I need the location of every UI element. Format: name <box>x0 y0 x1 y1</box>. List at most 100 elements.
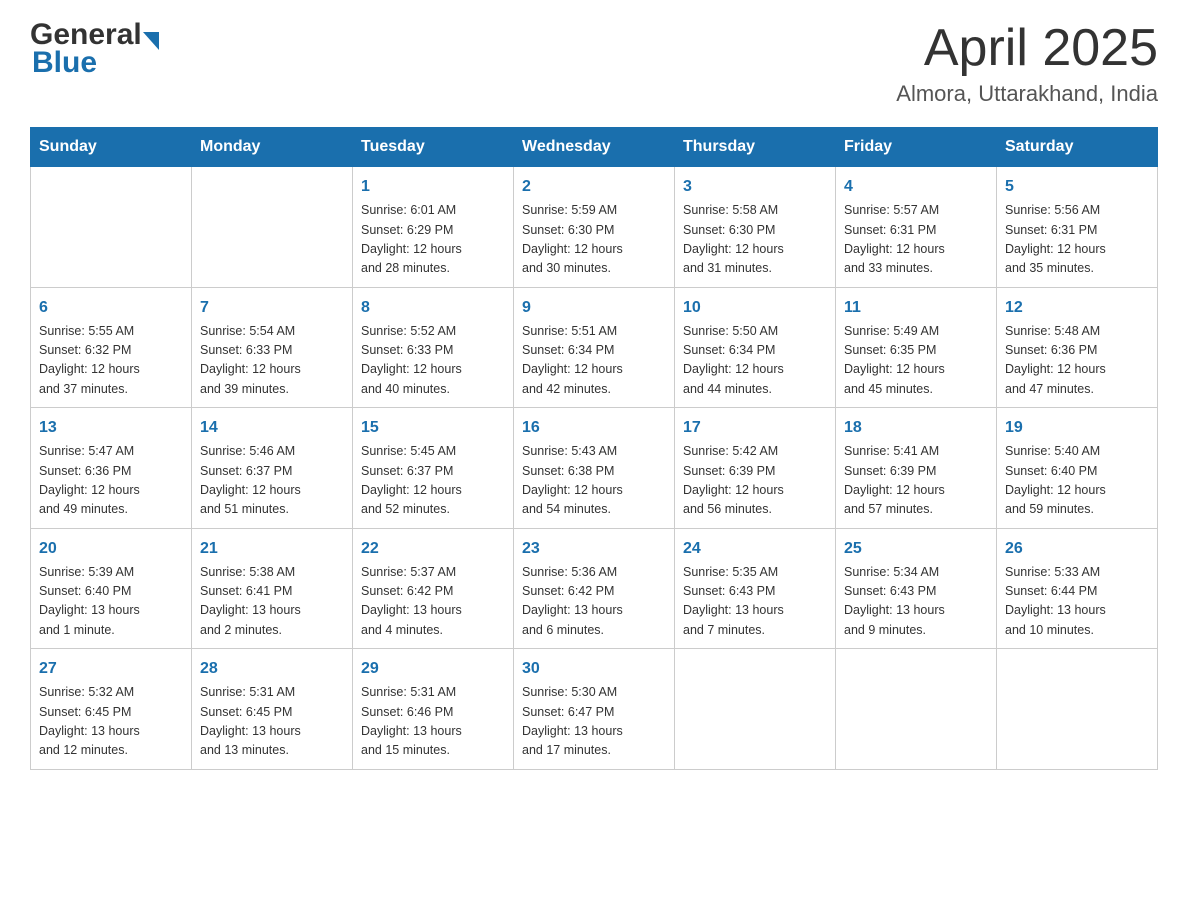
day-number: 19 <box>1005 416 1149 440</box>
day-number: 20 <box>39 537 183 561</box>
day-number: 26 <box>1005 537 1149 561</box>
calendar-cell: 20Sunrise: 5:39 AMSunset: 6:40 PMDayligh… <box>31 528 192 649</box>
day-info: Sunrise: 5:40 AMSunset: 6:40 PMDaylight:… <box>1005 442 1149 520</box>
day-info: Sunrise: 5:39 AMSunset: 6:40 PMDaylight:… <box>39 563 183 641</box>
day-number: 16 <box>522 416 666 440</box>
day-number: 21 <box>200 537 344 561</box>
calendar-cell <box>675 649 836 770</box>
calendar-cell: 5Sunrise: 5:56 AMSunset: 6:31 PMDaylight… <box>997 167 1158 288</box>
calendar-week-row: 1Sunrise: 6:01 AMSunset: 6:29 PMDaylight… <box>31 167 1158 288</box>
day-info: Sunrise: 5:30 AMSunset: 6:47 PMDaylight:… <box>522 683 666 761</box>
day-number: 1 <box>361 175 505 199</box>
title-block: April 2025 Almora, Uttarakhand, India <box>896 20 1158 107</box>
day-number: 11 <box>844 296 988 320</box>
calendar-cell: 29Sunrise: 5:31 AMSunset: 6:46 PMDayligh… <box>353 649 514 770</box>
day-number: 24 <box>683 537 827 561</box>
page-subtitle: Almora, Uttarakhand, India <box>896 81 1158 107</box>
calendar-cell: 4Sunrise: 5:57 AMSunset: 6:31 PMDaylight… <box>836 167 997 288</box>
day-info: Sunrise: 5:37 AMSunset: 6:42 PMDaylight:… <box>361 563 505 641</box>
day-info: Sunrise: 5:57 AMSunset: 6:31 PMDaylight:… <box>844 201 988 279</box>
day-number: 23 <box>522 537 666 561</box>
calendar-cell <box>836 649 997 770</box>
day-number: 3 <box>683 175 827 199</box>
calendar-cell <box>997 649 1158 770</box>
day-info: Sunrise: 5:31 AMSunset: 6:45 PMDaylight:… <box>200 683 344 761</box>
calendar-header-wednesday: Wednesday <box>514 128 675 167</box>
day-info: Sunrise: 5:42 AMSunset: 6:39 PMDaylight:… <box>683 442 827 520</box>
calendar-cell: 13Sunrise: 5:47 AMSunset: 6:36 PMDayligh… <box>31 408 192 529</box>
day-info: Sunrise: 5:56 AMSunset: 6:31 PMDaylight:… <box>1005 201 1149 279</box>
day-number: 17 <box>683 416 827 440</box>
day-info: Sunrise: 5:50 AMSunset: 6:34 PMDaylight:… <box>683 322 827 400</box>
day-info: Sunrise: 5:54 AMSunset: 6:33 PMDaylight:… <box>200 322 344 400</box>
day-info: Sunrise: 5:49 AMSunset: 6:35 PMDaylight:… <box>844 322 988 400</box>
day-number: 25 <box>844 537 988 561</box>
day-info: Sunrise: 5:48 AMSunset: 6:36 PMDaylight:… <box>1005 322 1149 400</box>
calendar-cell <box>31 167 192 288</box>
day-number: 9 <box>522 296 666 320</box>
day-number: 4 <box>844 175 988 199</box>
calendar-cell: 23Sunrise: 5:36 AMSunset: 6:42 PMDayligh… <box>514 528 675 649</box>
day-number: 18 <box>844 416 988 440</box>
calendar-cell: 16Sunrise: 5:43 AMSunset: 6:38 PMDayligh… <box>514 408 675 529</box>
calendar-cell: 12Sunrise: 5:48 AMSunset: 6:36 PMDayligh… <box>997 287 1158 408</box>
day-info: Sunrise: 5:36 AMSunset: 6:42 PMDaylight:… <box>522 563 666 641</box>
day-info: Sunrise: 5:59 AMSunset: 6:30 PMDaylight:… <box>522 201 666 279</box>
calendar-cell: 11Sunrise: 5:49 AMSunset: 6:35 PMDayligh… <box>836 287 997 408</box>
calendar-cell: 14Sunrise: 5:46 AMSunset: 6:37 PMDayligh… <box>192 408 353 529</box>
day-info: Sunrise: 5:51 AMSunset: 6:34 PMDaylight:… <box>522 322 666 400</box>
calendar-cell: 15Sunrise: 5:45 AMSunset: 6:37 PMDayligh… <box>353 408 514 529</box>
day-info: Sunrise: 5:34 AMSunset: 6:43 PMDaylight:… <box>844 563 988 641</box>
logo-block: General Blue <box>30 20 159 80</box>
calendar-cell: 3Sunrise: 5:58 AMSunset: 6:30 PMDaylight… <box>675 167 836 288</box>
calendar-header-thursday: Thursday <box>675 128 836 167</box>
calendar-cell: 8Sunrise: 5:52 AMSunset: 6:33 PMDaylight… <box>353 287 514 408</box>
day-number: 29 <box>361 657 505 681</box>
calendar-cell: 10Sunrise: 5:50 AMSunset: 6:34 PMDayligh… <box>675 287 836 408</box>
calendar-cell: 6Sunrise: 5:55 AMSunset: 6:32 PMDaylight… <box>31 287 192 408</box>
calendar-cell: 9Sunrise: 5:51 AMSunset: 6:34 PMDaylight… <box>514 287 675 408</box>
day-info: Sunrise: 6:01 AMSunset: 6:29 PMDaylight:… <box>361 201 505 279</box>
day-number: 7 <box>200 296 344 320</box>
day-info: Sunrise: 5:43 AMSunset: 6:38 PMDaylight:… <box>522 442 666 520</box>
calendar-cell: 18Sunrise: 5:41 AMSunset: 6:39 PMDayligh… <box>836 408 997 529</box>
day-number: 5 <box>1005 175 1149 199</box>
day-number: 27 <box>39 657 183 681</box>
logo: General Blue <box>30 20 159 80</box>
calendar-week-row: 20Sunrise: 5:39 AMSunset: 6:40 PMDayligh… <box>31 528 1158 649</box>
calendar-header-friday: Friday <box>836 128 997 167</box>
calendar-cell: 22Sunrise: 5:37 AMSunset: 6:42 PMDayligh… <box>353 528 514 649</box>
day-number: 15 <box>361 416 505 440</box>
day-number: 13 <box>39 416 183 440</box>
day-info: Sunrise: 5:52 AMSunset: 6:33 PMDaylight:… <box>361 322 505 400</box>
calendar-header-saturday: Saturday <box>997 128 1158 167</box>
day-number: 30 <box>522 657 666 681</box>
day-info: Sunrise: 5:41 AMSunset: 6:39 PMDaylight:… <box>844 442 988 520</box>
calendar-header-tuesday: Tuesday <box>353 128 514 167</box>
calendar-cell: 2Sunrise: 5:59 AMSunset: 6:30 PMDaylight… <box>514 167 675 288</box>
day-info: Sunrise: 5:33 AMSunset: 6:44 PMDaylight:… <box>1005 563 1149 641</box>
calendar-cell: 27Sunrise: 5:32 AMSunset: 6:45 PMDayligh… <box>31 649 192 770</box>
calendar-week-row: 27Sunrise: 5:32 AMSunset: 6:45 PMDayligh… <box>31 649 1158 770</box>
day-info: Sunrise: 5:58 AMSunset: 6:30 PMDaylight:… <box>683 201 827 279</box>
day-info: Sunrise: 5:35 AMSunset: 6:43 PMDaylight:… <box>683 563 827 641</box>
day-info: Sunrise: 5:31 AMSunset: 6:46 PMDaylight:… <box>361 683 505 761</box>
calendar-week-row: 6Sunrise: 5:55 AMSunset: 6:32 PMDaylight… <box>31 287 1158 408</box>
day-info: Sunrise: 5:46 AMSunset: 6:37 PMDaylight:… <box>200 442 344 520</box>
day-number: 12 <box>1005 296 1149 320</box>
calendar-table: SundayMondayTuesdayWednesdayThursdayFrid… <box>30 127 1158 770</box>
day-info: Sunrise: 5:32 AMSunset: 6:45 PMDaylight:… <box>39 683 183 761</box>
calendar-week-row: 13Sunrise: 5:47 AMSunset: 6:36 PMDayligh… <box>31 408 1158 529</box>
day-number: 6 <box>39 296 183 320</box>
calendar-cell: 1Sunrise: 6:01 AMSunset: 6:29 PMDaylight… <box>353 167 514 288</box>
calendar-cell: 7Sunrise: 5:54 AMSunset: 6:33 PMDaylight… <box>192 287 353 408</box>
day-info: Sunrise: 5:38 AMSunset: 6:41 PMDaylight:… <box>200 563 344 641</box>
page-header: General Blue April 2025 Almora, Uttarakh… <box>30 20 1158 107</box>
calendar-cell: 24Sunrise: 5:35 AMSunset: 6:43 PMDayligh… <box>675 528 836 649</box>
logo-blue-text: Blue <box>32 46 97 80</box>
calendar-cell: 30Sunrise: 5:30 AMSunset: 6:47 PMDayligh… <box>514 649 675 770</box>
day-info: Sunrise: 5:55 AMSunset: 6:32 PMDaylight:… <box>39 322 183 400</box>
calendar-cell: 17Sunrise: 5:42 AMSunset: 6:39 PMDayligh… <box>675 408 836 529</box>
day-number: 2 <box>522 175 666 199</box>
day-info: Sunrise: 5:45 AMSunset: 6:37 PMDaylight:… <box>361 442 505 520</box>
